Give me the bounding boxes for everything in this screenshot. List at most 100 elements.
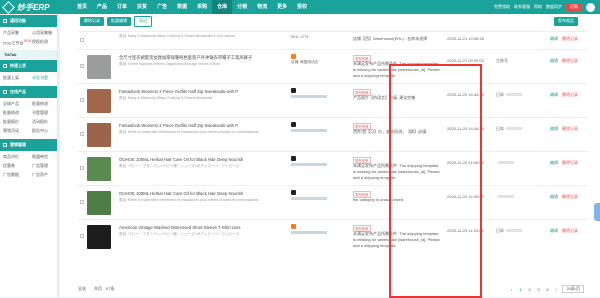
row-actions: 编辑 删除记录 bbox=[550, 228, 578, 234]
nav-purchase[interactable]: 采购 bbox=[192, 0, 212, 14]
batch-edit-button[interactable]: 批量编辑 bbox=[107, 16, 131, 26]
row-checkbox[interactable] bbox=[80, 166, 84, 170]
row-checkbox[interactable] bbox=[80, 64, 84, 68]
order-button[interactable]: 订购 bbox=[566, 3, 582, 11]
sidebar-group-quick[interactable]: 快速上货 bbox=[0, 60, 57, 73]
table-row: OUHOE 100ML Herbal Hair Care Oil for Bla… bbox=[78, 151, 588, 185]
nav-distribution[interactable]: 分销 bbox=[232, 0, 252, 14]
sidebar-group-online[interactable]: 在线产品 bbox=[0, 86, 57, 99]
edit-link[interactable]: 编辑 bbox=[550, 126, 558, 131]
total-count: 67条 bbox=[106, 286, 115, 291]
page-4[interactable]: 4 bbox=[544, 287, 550, 292]
sidebar-quick-items: 批量上架 半托刊登 bbox=[0, 72, 57, 85]
delete-link[interactable]: 删除记录 bbox=[562, 126, 578, 131]
sidebar-item-global[interactable]: 全球产品 bbox=[3, 101, 32, 107]
sidebar-marketing-items: 商品评价 联盟带货 优惠券 广告管理 广告数据 广告资产 bbox=[0, 151, 57, 182]
sidebar-item-semi-listing[interactable]: 半托刊登 bbox=[32, 75, 61, 81]
sidebar-item-coupons[interactable]: 优惠券 bbox=[3, 163, 32, 169]
sidebar-item-ad-assets[interactable]: 广告资产 bbox=[32, 172, 61, 178]
nav-ads[interactable]: 广告 bbox=[152, 0, 172, 14]
export-button[interactable]: 导出 bbox=[134, 15, 152, 27]
delete-link[interactable]: 删除记录 bbox=[562, 228, 578, 233]
support-link[interactable]: 联系客服 bbox=[514, 4, 530, 10]
publish-button[interactable]: 发布商品 bbox=[554, 16, 578, 26]
delete-link[interactable]: 删除记录 bbox=[562, 92, 578, 97]
sidebar-item-infringe[interactable]: 侵权检测 bbox=[32, 39, 61, 46]
sidebar-item-reviews[interactable]: 商品评价 bbox=[3, 154, 32, 160]
edit-link[interactable]: 编辑 bbox=[550, 36, 558, 41]
next-page-icon[interactable]: › bbox=[553, 287, 559, 292]
page-3[interactable]: 3 bbox=[535, 287, 541, 292]
sidebar-item-batch-quote[interactable]: 批量报价 bbox=[3, 119, 32, 125]
sidebar-item-batch-edit[interactable]: 批量修改 bbox=[32, 101, 61, 107]
sidebar-item-listing-manage[interactable]: 刊登管理 bbox=[32, 110, 61, 116]
table-row: OUHOE 100ML Herbal Hair Care Oil for Bla… bbox=[78, 185, 588, 219]
nav-data[interactable]: 数据 bbox=[172, 0, 192, 14]
delete-link[interactable]: 删除记录 bbox=[562, 194, 578, 199]
help-link[interactable]: 帮助 bbox=[534, 4, 542, 10]
sidebar-item-ad-data[interactable]: 广告数据 bbox=[3, 172, 32, 178]
sidebar-item-collect[interactable]: 产品采集 bbox=[3, 30, 32, 36]
platform-icon bbox=[291, 156, 296, 161]
sidebar-group-marketing[interactable]: 营销管理 bbox=[0, 139, 57, 152]
nav-orders[interactable]: 订单 bbox=[112, 0, 132, 14]
main-nav: 首页 产品 订单 扶贫 广告 数据 采购 仓库 分销 物流 更多 授权 bbox=[72, 0, 312, 14]
list-icon bbox=[3, 90, 7, 95]
sidebar-online-items: 全球产品 批量修改 批量修改 刊登管理 批量报价 活动报价 营销活动 报告中心 bbox=[0, 98, 57, 138]
product-title[interactable]: Fantaslook Womens 2 Piece Outfits Half Z… bbox=[119, 123, 289, 128]
delete-link[interactable]: 删除记录 bbox=[562, 160, 578, 165]
error-message: 未满足发布产品所需条件: The shipping template is mi… bbox=[353, 163, 440, 180]
row-checkbox[interactable] bbox=[80, 200, 84, 204]
page-2[interactable]: 2 bbox=[526, 287, 532, 292]
nav-more[interactable]: 更多 bbox=[272, 0, 292, 14]
platform-icon bbox=[291, 224, 296, 229]
sidebar-group-general[interactable]: 通用功能 bbox=[0, 15, 57, 27]
platform-icon bbox=[291, 122, 296, 127]
side-scroll-handle[interactable] bbox=[594, 203, 600, 221]
sidebar-item-batch-edit-2[interactable]: 批量修改 bbox=[3, 110, 32, 116]
edit-link[interactable]: 编辑 bbox=[550, 228, 558, 233]
sidebar-item-marketing[interactable]: 营销活动 bbox=[3, 128, 32, 134]
nav-home[interactable]: 首页 bbox=[72, 0, 92, 14]
nav-logistics[interactable]: 物流 bbox=[252, 0, 272, 14]
row-checkbox[interactable] bbox=[80, 234, 84, 238]
delete-link[interactable]: 删除记录 bbox=[562, 36, 578, 41]
sidebar-item-ad-manage[interactable]: 广告管理 bbox=[32, 163, 61, 169]
prev-page-icon[interactable]: ‹ bbox=[508, 287, 514, 292]
delete-records-button[interactable]: 删除记录 bbox=[80, 16, 104, 26]
product-title[interactable]: Fantaslook Womens 2 Piece Outfits Half Z… bbox=[119, 89, 289, 94]
product-title[interactable]: OUHOE 100ML Herbal Hair Care Oil for Bla… bbox=[119, 157, 289, 162]
select-all-label[interactable]: 全选 bbox=[78, 286, 86, 292]
product-title[interactable]: OUHOE 100ML Herbal Hair Care Oil for Bla… bbox=[119, 191, 289, 196]
sidebar-item-pod[interactable]: POD工作台NEW bbox=[3, 39, 32, 46]
product-title[interactable]: American Vintage Washed Distressed Short… bbox=[119, 225, 289, 230]
table-footer: 全选 共页 67条 ‹ 1 2 3 4 › 20条/页 bbox=[78, 285, 598, 293]
megaphone-icon bbox=[3, 143, 7, 148]
row-checkbox[interactable] bbox=[80, 38, 84, 42]
sidebar-item-reports[interactable]: 报告中心 bbox=[32, 128, 61, 134]
row-checkbox[interactable] bbox=[80, 132, 84, 136]
sidebar-item-public-box[interactable]: 公用采集箱 bbox=[32, 30, 61, 36]
product-title[interactable]: 全尺寸连衣裙套装女款加厚保暖纯色套装户外冲锋衣带帽子工装风裤子 bbox=[119, 55, 289, 61]
avatar[interactable] bbox=[586, 2, 595, 12]
sync-link[interactable]: 数据同步 bbox=[546, 4, 562, 10]
nav-authorize[interactable]: 授权 bbox=[292, 0, 312, 14]
edit-link[interactable]: 编辑 bbox=[550, 194, 558, 199]
sidebar-item-affiliate[interactable]: 联盟带货 bbox=[32, 154, 61, 160]
nav-products[interactable]: 产品 bbox=[92, 0, 112, 14]
row-checkbox[interactable] bbox=[80, 98, 84, 102]
sidebar-item-event-quote[interactable]: 活动报价 bbox=[32, 119, 61, 125]
edit-link[interactable]: 编辑 bbox=[550, 92, 558, 97]
nav-warehouse[interactable]: 仓库 bbox=[212, 0, 233, 14]
page-1[interactable]: 1 bbox=[517, 287, 523, 292]
error-message: 未满足发布产品所需条件: The shipping template is mi… bbox=[353, 61, 440, 78]
nav-support[interactable]: 扶贫 bbox=[132, 0, 152, 14]
edit-link[interactable]: 编辑 bbox=[550, 160, 558, 165]
per-page-select[interactable]: 20条/页 bbox=[562, 285, 584, 293]
app-logo[interactable]: 妙手ERP bbox=[0, 0, 72, 14]
sidebar-item-tiktok[interactable]: TikTok bbox=[0, 50, 57, 60]
delete-link[interactable]: 删除记录 bbox=[562, 58, 578, 63]
edit-link[interactable]: 编辑 bbox=[550, 58, 558, 63]
free-link[interactable]: 免费领取 bbox=[494, 4, 510, 10]
sidebar-item-batch-list[interactable]: 批量上架 bbox=[3, 75, 32, 81]
